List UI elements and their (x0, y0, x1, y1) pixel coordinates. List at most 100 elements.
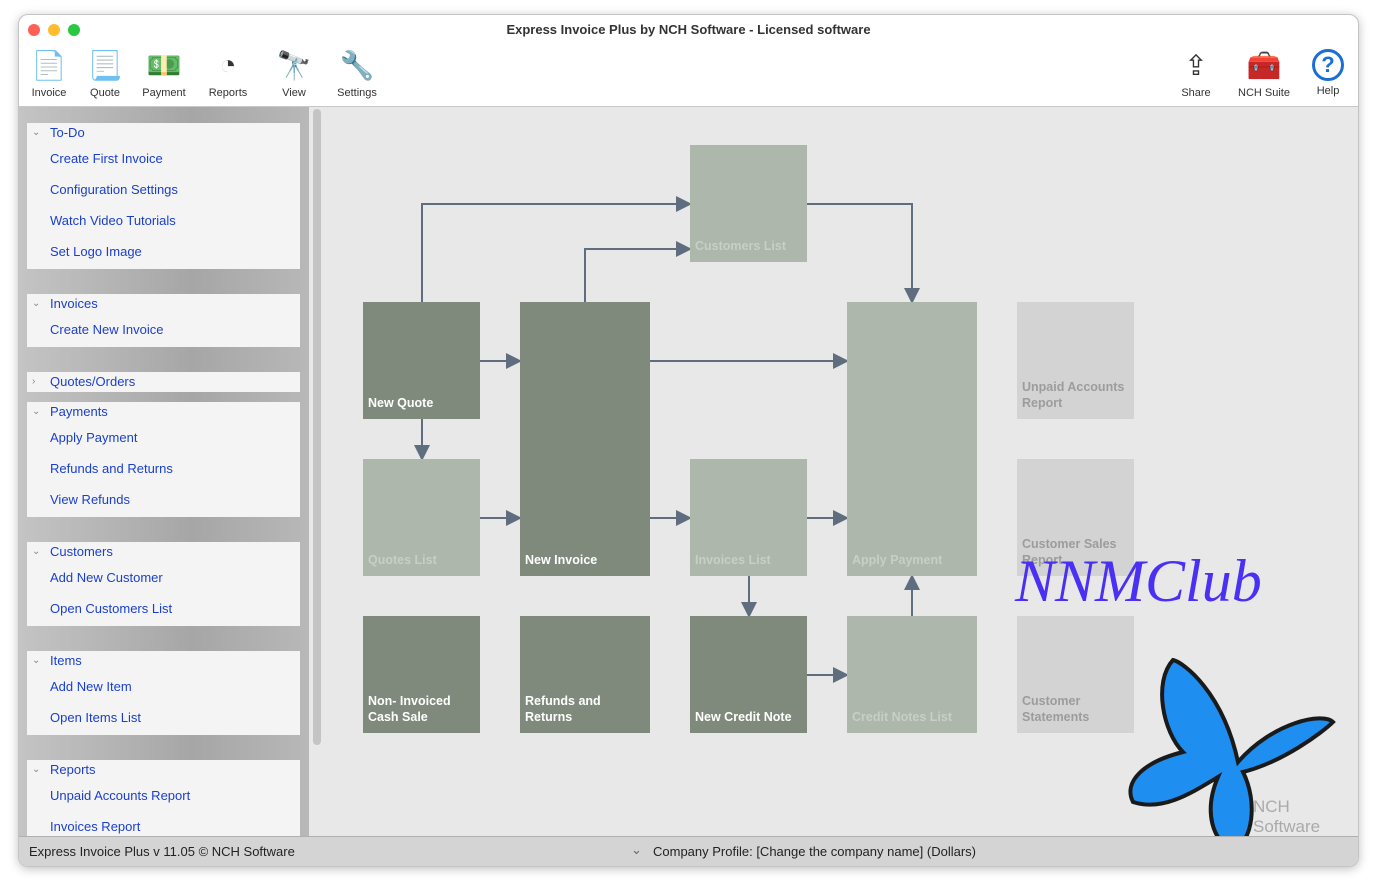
flow-box-label: Refunds and Returns (525, 694, 601, 724)
flow-box-label: Customers List (695, 239, 786, 253)
sidebar-link[interactable]: Create First Invoice (27, 143, 300, 174)
toolbar-label: Reports (208, 87, 248, 99)
toolbar-view-button[interactable]: 🔭 View (262, 45, 326, 100)
status-bar: Express Invoice Plus v 11.05 © NCH Softw… (19, 836, 1358, 866)
sidebar-section-to-do: ⌄ To-Do Create First Invoice Configuration … (27, 123, 300, 269)
flow-box-label: Customer Statements (1022, 694, 1090, 724)
section-header[interactable]: › Quotes/Orders (27, 372, 300, 392)
toolbar-settings-button[interactable]: 🔧 Settings (325, 45, 389, 100)
toolbar-invoice-button[interactable]: 📄 Invoice (19, 45, 81, 100)
sidebar-link[interactable]: Refunds and Returns (27, 453, 300, 484)
flow-box-label: Unpaid Accounts Report (1022, 380, 1125, 410)
flow-box-non-invoiced-cash-sale[interactable]: Non- Invoiced Cash Sale (363, 616, 480, 733)
toolbar-payment-button[interactable]: 💵 Payment (132, 45, 196, 100)
settings-tools-icon: 🔧 (339, 49, 375, 81)
company-profile-selector[interactable]: Company Profile: [Change the company nam… (653, 844, 976, 859)
toolbar-label: Help (1316, 85, 1340, 97)
flow-box-label: Credit Notes List (852, 710, 953, 724)
flow-box-label: Apply Payment (852, 553, 943, 567)
sidebar-section-reports: ⌄ Reports Unpaid Accounts Report Invoices R… (27, 760, 300, 844)
toolbar-label: Quote (90, 87, 120, 99)
toolbar-share-button[interactable]: ⇪ Share (1164, 45, 1228, 100)
new-invoice-icon: 📄 (31, 49, 67, 81)
flow-diagram: Customers List New Quote New Invoice Apply … (323, 107, 1358, 852)
flow-box-customers-list[interactable]: Customers List (690, 145, 807, 262)
flow-box-credit-notes-list[interactable]: Credit Notes List (847, 616, 977, 733)
flow-box-refunds-and-returns[interactable]: Refunds and Returns (520, 616, 650, 733)
flow-box-new-invoice[interactable]: New Invoice (520, 302, 650, 576)
chevron-down-icon[interactable]: ⌄ (32, 651, 40, 670)
nch-suite-icon: 🧰 (1246, 49, 1282, 81)
sidebar-link[interactable]: Create New Invoice (27, 314, 300, 345)
section-header[interactable]: ⌄ Customers (27, 542, 300, 562)
sidebar-scrollbar[interactable] (313, 109, 321, 745)
flow-arrow (421, 196, 692, 302)
sidebar-link[interactable]: Set Logo Image (27, 236, 300, 267)
sidebar-section-items: ⌄ Items Add New Item Open Items List (27, 651, 300, 735)
flow-box-apply-payment[interactable]: Apply Payment (847, 302, 977, 576)
toolbar-help-button[interactable]: ? Help (1296, 45, 1358, 97)
sidebar-link[interactable]: Open Items List (27, 702, 300, 733)
toolbar-label: NCH Suite (1238, 87, 1290, 99)
flow-box-label: New Invoice (525, 553, 598, 567)
window-title: Express Invoice Plus by NCH Software - L… (506, 22, 871, 37)
chevron-down-icon[interactable]: ⌄ (32, 123, 40, 142)
sidebar-link[interactable]: Configuration Settings (27, 174, 300, 205)
section-title: Quotes/Orders (50, 374, 136, 389)
reports-pie-icon: ◔ (219, 49, 237, 80)
chevron-down-icon[interactable]: ⌄ (32, 542, 40, 561)
sidebar-section-payments: ⌄ Payments Apply Payment Refunds and Return… (27, 402, 300, 517)
flow-box-label: New Credit Note (695, 710, 792, 724)
chevron-down-icon[interactable]: ⌄ (32, 294, 40, 313)
butterfly-icon (1128, 657, 1336, 852)
sidebar-link[interactable]: Add New Item (27, 671, 300, 702)
section-header[interactable]: ⌄ Reports (27, 760, 300, 780)
section-header[interactable]: ⌄ Items (27, 651, 300, 671)
sidebar-section-customers: ⌄ Customers Add New Customer Open Customers… (27, 542, 300, 626)
flow-box-label: Invoices List (695, 553, 771, 567)
section-title: To-Do (50, 125, 85, 140)
sidebar-link[interactable]: Add New Customer (27, 562, 300, 593)
toolbar-quote-button[interactable]: 📃 Quote (73, 45, 137, 100)
section-title: Invoices (50, 296, 98, 311)
sidebar-link[interactable]: Open Customers List (27, 593, 300, 624)
sidebar-section-invoices: ⌄ Invoices Create New Invoice (27, 294, 300, 347)
chevron-down-icon[interactable]: ⌄ (32, 760, 40, 779)
content-area: ⌄ To-Do Create First Invoice Configuration … (19, 106, 1358, 852)
flow-box-quotes-list[interactable]: Quotes List (363, 459, 480, 576)
chevron-down-icon[interactable]: ⌄ (32, 402, 40, 421)
section-header[interactable]: ⌄ To-Do (27, 123, 300, 143)
toolbar-label: Settings (337, 87, 377, 99)
section-title: Customers (50, 544, 113, 559)
flow-box-label: Non- Invoiced Cash Sale (368, 694, 451, 724)
flow-box-new-quote[interactable]: New Quote (363, 302, 480, 419)
flow-arrow (584, 241, 692, 302)
toolbar-label: Share (1181, 87, 1211, 99)
flow-box-label: Quotes List (368, 553, 437, 567)
payment-icon: 💵 (146, 49, 182, 81)
section-header[interactable]: ⌄ Invoices (27, 294, 300, 314)
section-title: Reports (50, 762, 96, 777)
help-icon: ? (1312, 49, 1344, 81)
chevron-right-icon[interactable]: › (32, 372, 35, 391)
sidebar-link[interactable]: View Refunds (27, 484, 300, 515)
version-text: Express Invoice Plus v 11.05 © NCH Softw… (29, 844, 295, 859)
sidebar-link[interactable]: Unpaid Accounts Report (27, 780, 300, 811)
chevron-down-icon[interactable]: ⌄ (631, 842, 642, 858)
share-icon: ⇪ (1184, 49, 1208, 81)
flow-box-customer-statements[interactable]: Customer Statements (1017, 616, 1134, 733)
toolbar-reports-button[interactable]: ◔ Reports (196, 45, 260, 99)
flow-box-new-credit-note[interactable]: New Credit Note (690, 616, 807, 733)
section-title: Payments (50, 404, 108, 419)
toolbar-label: Invoice (31, 87, 67, 99)
toolbar-label: Payment (142, 87, 186, 99)
new-quote-icon: 📃 (87, 49, 123, 81)
flow-box-unpaid-accounts-report[interactable]: Unpaid Accounts Report (1017, 302, 1134, 419)
flow-box-invoices-list[interactable]: Invoices List (690, 459, 807, 576)
sidebar-link[interactable]: Watch Video Tutorials (27, 205, 300, 236)
sidebar-section-quotes-orders: › Quotes/Orders (27, 372, 300, 392)
section-header[interactable]: ⌄ Payments (27, 402, 300, 422)
sidebar-link[interactable]: Apply Payment (27, 422, 300, 453)
toolbar-nch-suite-button[interactable]: 🧰 NCH Suite (1232, 45, 1296, 100)
toolbar-label: View (282, 87, 306, 99)
